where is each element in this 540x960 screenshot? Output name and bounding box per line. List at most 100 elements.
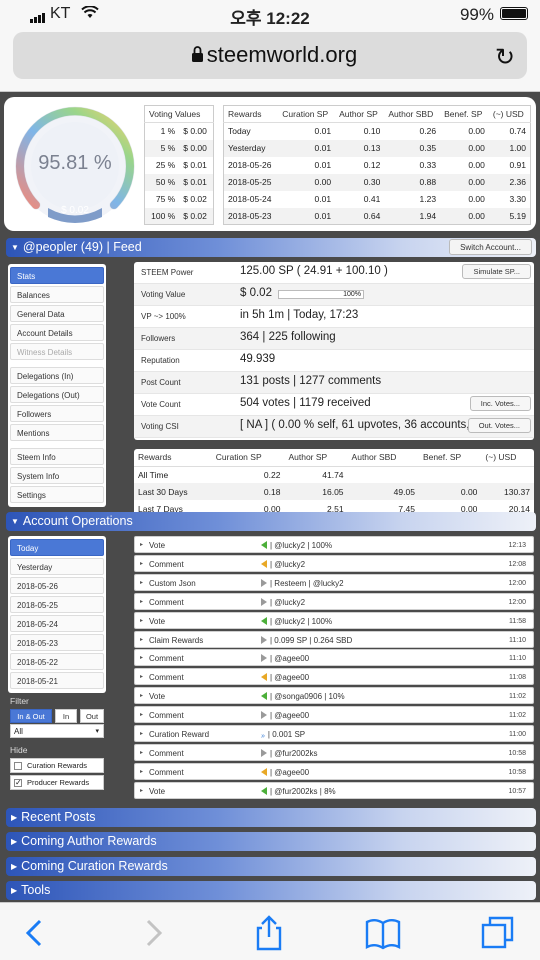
operation-row[interactable]: ▸ Comment | @agee00 11:08 bbox=[134, 668, 534, 686]
bookmarks-icon[interactable] bbox=[363, 913, 403, 953]
menu-item-2018-05-24[interactable]: 2018-05-24 bbox=[10, 615, 104, 632]
rewards-row: 2018-05-23 0.01 0.64 1.94 0.00 5.19 bbox=[223, 207, 531, 225]
forward-icon[interactable] bbox=[132, 913, 172, 953]
menu-item-settings[interactable]: Settings bbox=[10, 486, 104, 503]
menu-item-steem-info[interactable]: Steem Info bbox=[10, 448, 104, 465]
page-content: 95.81 % $ 0.02 Voting Values 1 % $ 0.00 5 … bbox=[0, 92, 540, 902]
menu-item-2018-05-23[interactable]: 2018-05-23 bbox=[10, 634, 104, 651]
inc-votes-button[interactable]: Inc. Votes... bbox=[469, 396, 531, 411]
menu-item-2018-05-21[interactable]: 2018-05-21 bbox=[10, 672, 104, 689]
operation-time: 11:02 bbox=[509, 712, 526, 720]
menu-item-delegations-out[interactable]: Delegations (Out) bbox=[10, 386, 104, 403]
voting-values-table: Voting Values 1 % $ 0.00 5 % $ 0.00 25 % $ 0.… bbox=[144, 105, 214, 225]
hide-curation-rewards-checkbox[interactable]: Curation Rewards bbox=[10, 758, 104, 773]
operation-row[interactable]: ▸ Claim Rewards | 0.099 SP | 0.264 SBD 11:1… bbox=[134, 630, 534, 648]
operation-detail: | @agee00 bbox=[261, 654, 309, 663]
switch-account-button[interactable]: Switch Account... bbox=[449, 239, 532, 255]
rewards-table: Rewards Curation SP Author SP Author SBD Ben… bbox=[223, 105, 531, 225]
menu-item-mentions[interactable]: Mentions bbox=[10, 424, 104, 441]
operation-detail-text: | @agee00 bbox=[270, 673, 310, 683]
menu-item-followers[interactable]: Followers bbox=[10, 405, 104, 422]
filter-out[interactable]: Out bbox=[80, 709, 104, 723]
menu-item-system-info[interactable]: System Info bbox=[10, 467, 104, 484]
menu-item-yesterday[interactable]: Yesterday bbox=[10, 558, 104, 575]
expand-icon: ▶ bbox=[11, 813, 18, 822]
menu-item-2018-05-26[interactable]: 2018-05-26 bbox=[10, 577, 104, 594]
hide-producer-rewards-checkbox[interactable]: ✓ Producer Rewards bbox=[10, 775, 104, 790]
rewards-total-row: All Time 0.22 41.74 bbox=[134, 466, 534, 483]
operation-detail: | @agee00 bbox=[261, 673, 309, 682]
expand-icon: ▸ bbox=[140, 542, 144, 548]
operation-detail: | @lucky2 | 100% bbox=[261, 616, 332, 626]
operation-row[interactable]: ▸ Comment | @lucky2 12:08 bbox=[134, 554, 534, 572]
share-icon[interactable] bbox=[249, 913, 289, 953]
simulate-sp-button[interactable]: Simulate SP... bbox=[462, 264, 531, 279]
table-cell: 0.12 bbox=[363, 160, 381, 170]
operation-type: Comment bbox=[149, 748, 184, 758]
operation-time: 11:00 bbox=[509, 731, 526, 738]
table-cell: 0.33 bbox=[419, 160, 437, 170]
operation-detail-text: | @fur2002ks | 8% bbox=[270, 786, 336, 796]
section-title: Tools bbox=[21, 883, 51, 897]
out-votes-button[interactable]: Out. Votes... bbox=[467, 418, 531, 433]
operation-row[interactable]: ▸ Vote | @lucky2 | 100% 12:13 bbox=[134, 536, 534, 553]
stat-label: Voting CSI bbox=[141, 422, 179, 431]
operation-detail: » | 0.001 SP bbox=[261, 730, 305, 740]
stat-value: 131 posts | 1277 comments bbox=[240, 375, 382, 387]
operation-row[interactable]: ▸ Curation Reward » | 0.001 SP 11:00 bbox=[134, 725, 534, 742]
status-bar: KT 오후 12:22 99% bbox=[0, 0, 540, 28]
column-header: (~) USD bbox=[488, 105, 531, 123]
table-cell: 0.01 bbox=[314, 160, 332, 170]
url-bar[interactable]: steemworld.org ↻ bbox=[13, 32, 527, 79]
expand-icon: ▸ bbox=[140, 560, 144, 567]
operation-row[interactable]: ▸ Vote | @lucky2 | 100% 11:58 bbox=[134, 611, 534, 629]
account-operations-header[interactable]: ▼ Account Operations bbox=[6, 512, 536, 531]
operation-type: Custom Json bbox=[149, 578, 196, 588]
menu-item-general-data[interactable]: General Data bbox=[10, 305, 104, 322]
expand-icon: ▶ bbox=[11, 886, 18, 895]
expand-icon: ▸ bbox=[140, 674, 144, 681]
recent-posts-header[interactable]: ▶ Recent Posts bbox=[6, 808, 536, 827]
tools-header[interactable]: ▶ Tools bbox=[6, 881, 536, 900]
feed-section-header[interactable]: ▼ @peopler (49) | Feed Switch Account... bbox=[6, 238, 536, 257]
operation-time: 12:13 bbox=[508, 542, 526, 549]
back-icon[interactable] bbox=[16, 913, 56, 953]
operation-detail-text: | @lucky2 bbox=[270, 559, 306, 569]
vote-percent: 50 % bbox=[144, 173, 180, 191]
menu-item-account-details[interactable]: Account Details bbox=[10, 324, 104, 341]
menu-item-witness-details[interactable]: Witness Details bbox=[10, 343, 104, 360]
filter-in-out[interactable]: In & Out bbox=[10, 709, 52, 723]
tabs-icon[interactable] bbox=[478, 913, 518, 953]
menu-item-2018-05-25[interactable]: 2018-05-25 bbox=[10, 596, 104, 613]
operation-detail-text: | @agee00 bbox=[270, 654, 310, 664]
coming-author-rewards-header[interactable]: ▶ Coming Author Rewards bbox=[6, 832, 536, 851]
operation-row[interactable]: ▸ Custom Json | Resteem | @lucky2 12:00 bbox=[134, 573, 534, 591]
operation-row[interactable]: ▸ Comment | @fur2002ks 10:58 bbox=[134, 743, 534, 761]
operation-row[interactable]: ▸ Comment | @agee00 10:58 bbox=[134, 762, 534, 780]
coming-curation-rewards-header[interactable]: ▶ Coming Curation Rewards bbox=[6, 857, 536, 876]
browser-toolbar bbox=[0, 902, 540, 960]
expand-icon: ▸ bbox=[140, 712, 144, 719]
menu-item-balances[interactable]: Balances bbox=[10, 286, 104, 303]
operation-type: Comment bbox=[149, 559, 184, 569]
filter-in[interactable]: In bbox=[55, 709, 77, 723]
table-cell: 16.05 bbox=[284, 483, 348, 500]
operation-row[interactable]: ▸ Comment | @lucky2 12:00 bbox=[134, 592, 534, 610]
op-type-select[interactable]: All bbox=[10, 724, 104, 738]
operation-row[interactable]: ▸ Vote | @songa0906 | 10% 11:02 bbox=[134, 687, 534, 705]
menu-item-stats[interactable]: Stats bbox=[10, 267, 104, 284]
checkbox-icon bbox=[14, 762, 22, 770]
operation-detail-text: | @songa0906 | 10% bbox=[270, 692, 345, 702]
reload-icon[interactable]: ↻ bbox=[495, 43, 515, 72]
operation-detail-text: | Resteem | @lucky2 bbox=[270, 578, 344, 588]
table-cell bbox=[481, 466, 534, 483]
operation-row[interactable]: ▸ Comment | @agee00 11:02 bbox=[134, 706, 534, 724]
expand-icon: ▶ bbox=[11, 862, 18, 871]
menu-item-2018-05-22[interactable]: 2018-05-22 bbox=[10, 653, 104, 670]
operation-row[interactable]: ▸ Vote | @fur2002ks | 8% 10:57 bbox=[134, 781, 534, 799]
operation-type: Vote bbox=[149, 541, 166, 550]
operation-row[interactable]: ▸ Comment | @agee00 11:10 bbox=[134, 649, 534, 667]
table-cell: 2018-05-25 bbox=[223, 173, 279, 191]
menu-item-today[interactable]: Today bbox=[10, 539, 104, 556]
menu-item-delegations-in[interactable]: Delegations (In) bbox=[10, 367, 104, 384]
